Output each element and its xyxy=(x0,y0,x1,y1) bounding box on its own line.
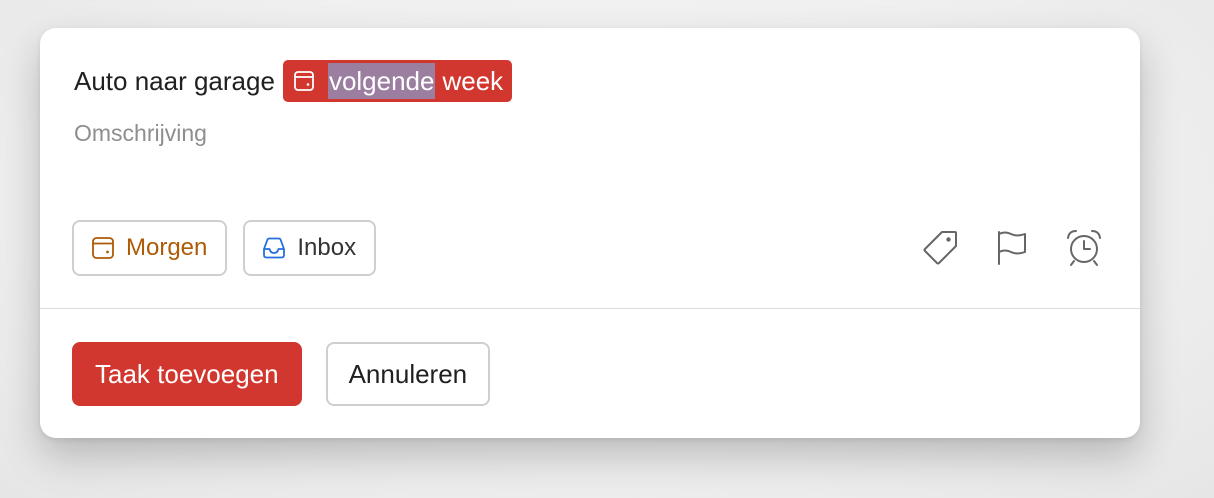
description-input[interactable]: Omschrijving xyxy=(74,116,1106,150)
selected-text: volgende xyxy=(327,63,436,99)
dialog-footer: Taak toevoegen Annuleren xyxy=(72,342,491,406)
project-button[interactable]: Inbox xyxy=(243,220,377,276)
priority-flag-icon[interactable] xyxy=(990,226,1034,270)
due-date-label: Morgen xyxy=(126,234,208,261)
task-name-input[interactable]: Auto naar garage volgende week xyxy=(74,60,1106,102)
inbox-icon xyxy=(261,235,287,261)
project-label: Inbox xyxy=(297,234,357,261)
divider xyxy=(40,308,1140,309)
reminder-alarm-icon[interactable] xyxy=(1062,226,1106,270)
label-tag-icon[interactable] xyxy=(918,226,962,270)
task-attributes-row: Morgen Inbox xyxy=(72,220,1106,276)
calendar-icon xyxy=(292,69,316,93)
date-token-text: week xyxy=(442,65,504,96)
calendar-icon xyxy=(90,235,116,261)
quick-add-dialog: Auto naar garage volgende week Omschrijv… xyxy=(40,28,1140,438)
task-tools xyxy=(890,226,1106,270)
cancel-button[interactable]: Annuleren xyxy=(325,342,491,406)
parsed-date-token[interactable]: volgende week xyxy=(282,60,513,102)
due-date-button[interactable]: Morgen xyxy=(72,220,228,276)
task-name-text: Auto naar garage xyxy=(74,65,275,96)
add-task-button[interactable]: Taak toevoegen xyxy=(72,342,302,406)
task-editor[interactable]: Auto naar garage volgende week Omschrijv… xyxy=(74,60,1106,150)
